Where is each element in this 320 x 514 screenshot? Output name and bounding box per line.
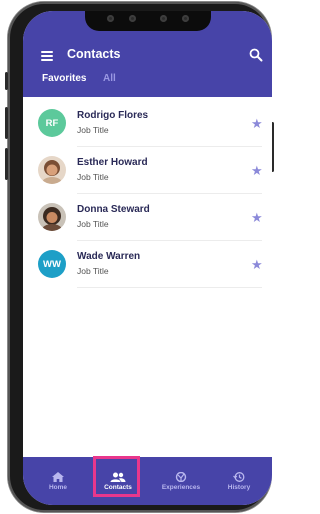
list-item[interactable]: Esther Howard Job Title ★ xyxy=(23,147,272,194)
phone-notch xyxy=(85,11,211,31)
tab-favorites[interactable]: Favorites xyxy=(42,73,86,84)
bottom-nav: Home Contacts Experiences History xyxy=(23,457,272,505)
avatar xyxy=(38,156,66,184)
list-item[interactable]: WW Wade Warren Job Title ★ xyxy=(23,241,272,288)
tab-all[interactable]: All xyxy=(103,73,116,84)
contact-subtitle: Job Title xyxy=(77,125,109,135)
active-tab-highlight xyxy=(93,456,140,497)
nav-history-label: History xyxy=(227,483,251,491)
phone-volume-down xyxy=(5,148,8,180)
page-title: Contacts xyxy=(67,47,121,61)
nav-home-label: Home xyxy=(48,483,68,491)
camera-dot xyxy=(182,15,189,22)
star-icon[interactable]: ★ xyxy=(251,117,263,130)
nav-home[interactable]: Home xyxy=(38,457,78,505)
app-header: Contacts Favorites All xyxy=(23,11,272,97)
menu-icon[interactable] xyxy=(41,51,53,61)
history-icon xyxy=(233,471,245,482)
sensor-dot xyxy=(160,15,167,22)
contact-subtitle: Job Title xyxy=(77,266,109,276)
app-screen: Contacts Favorites All RF Rodrigo Flores… xyxy=(23,11,272,505)
camera-dot xyxy=(107,15,114,22)
home-icon xyxy=(52,471,64,482)
avatar: RF xyxy=(38,109,66,137)
nav-experiences-label: Experiences xyxy=(161,483,201,491)
avatar xyxy=(38,203,66,231)
list-item[interactable]: RF Rodrigo Flores Job Title ★ xyxy=(23,100,272,147)
contact-name: Wade Warren xyxy=(77,251,141,262)
phone-frame: Contacts Favorites All RF Rodrigo Flores… xyxy=(5,2,274,512)
phone-side-button xyxy=(5,72,8,90)
search-icon[interactable] xyxy=(249,48,263,62)
sensor-dot xyxy=(129,15,136,22)
contact-name: Esther Howard xyxy=(77,157,148,168)
experiences-icon xyxy=(175,471,187,482)
phone-volume-up xyxy=(5,107,8,139)
contact-name: Rodrigo Flores xyxy=(77,110,149,121)
star-icon[interactable]: ★ xyxy=(251,258,263,271)
contact-name: Donna Steward xyxy=(77,204,150,215)
contact-subtitle: Job Title xyxy=(77,172,109,182)
avatar: WW xyxy=(38,250,66,278)
nav-history[interactable]: History xyxy=(219,457,259,505)
nav-experiences[interactable]: Experiences xyxy=(153,457,209,505)
list-item[interactable]: Donna Steward Job Title ★ xyxy=(23,194,272,241)
star-icon[interactable]: ★ xyxy=(251,164,263,177)
contact-subtitle: Job Title xyxy=(77,219,109,229)
star-icon[interactable]: ★ xyxy=(251,211,263,224)
divider xyxy=(77,287,262,288)
